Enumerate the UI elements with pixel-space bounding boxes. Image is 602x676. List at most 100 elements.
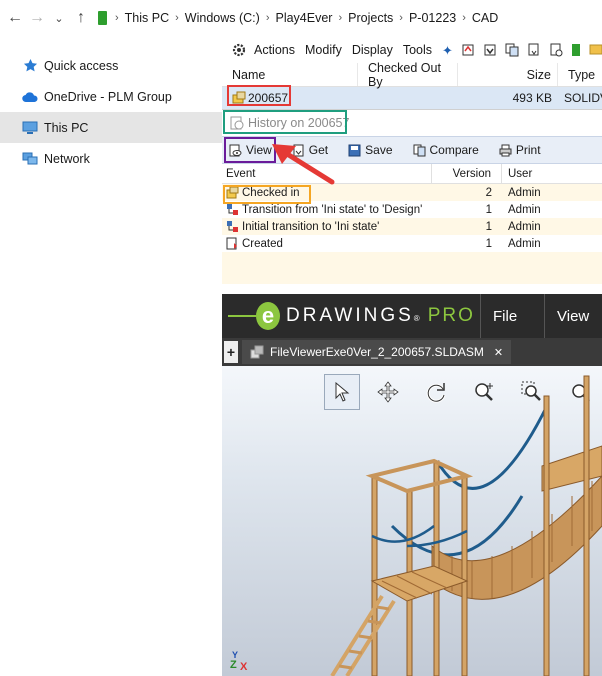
breadcrumb: › This PC › Windows (C:) › Play4Ever › P… (98, 11, 502, 25)
edrawings-menu-file[interactable]: File (480, 294, 544, 338)
chevron-right-icon[interactable]: › (336, 12, 344, 24)
nav-item-label: OneDrive - PLM Group (44, 89, 172, 104)
logo-word: DRAWINGS (286, 305, 414, 326)
vault-menubar: Actions Modify Display Tools ✦ (222, 36, 602, 63)
history-title: History on 200657 (248, 116, 350, 130)
column-size[interactable]: Size (458, 63, 558, 86)
edrawings-header: e DRAWINGS ® PRO File View (222, 294, 602, 338)
column-checked-out-by[interactable]: Checked Out By (358, 61, 458, 89)
preview-icon[interactable] (549, 43, 563, 57)
edrawings-window: e DRAWINGS ® PRO File View + FileViewerE… (222, 294, 602, 676)
recent-locations-icon[interactable]: ⌄ (48, 7, 70, 29)
view-button[interactable]: View (226, 139, 275, 161)
event-version: 2 (485, 186, 492, 199)
menu-actions[interactable]: Actions (254, 43, 295, 57)
chevron-right-icon[interactable]: › (113, 12, 121, 24)
menu-display[interactable]: Display (352, 43, 393, 57)
up-icon[interactable]: ↑ (70, 7, 92, 29)
new-tab-button[interactable]: + (224, 341, 238, 363)
check-in-icon[interactable] (483, 43, 497, 57)
pin-icon[interactable]: ✦ (442, 43, 453, 58)
folder-icon[interactable] (589, 43, 602, 57)
assembly-icon (250, 345, 264, 359)
transition-icon (226, 220, 239, 233)
network-icon (22, 151, 38, 167)
playground-3d-model: Z X Y (230, 375, 602, 676)
event-user: Admin (508, 220, 541, 233)
event-user: Admin (508, 203, 541, 216)
computer-icon (22, 120, 38, 136)
chevron-right-icon[interactable]: › (397, 12, 405, 24)
chevron-right-icon[interactable]: › (460, 12, 468, 24)
column-version[interactable]: Version (432, 164, 502, 183)
get-latest-icon[interactable] (527, 43, 541, 57)
event-label: Initial transition to 'Ini state' (242, 220, 380, 233)
column-name[interactable]: Name (222, 63, 358, 86)
vault-folder-icon (98, 11, 107, 25)
print-button[interactable]: Print (496, 139, 544, 161)
save-button[interactable]: Save (345, 139, 395, 161)
close-tab-icon[interactable]: ✕ (494, 346, 503, 359)
compare-label: Compare (429, 143, 479, 157)
svg-text:Y: Y (232, 650, 238, 660)
nav-item-quick-access[interactable]: Quick access (0, 50, 222, 81)
document-tab-label: FileViewerExe0Ver_2_200657.SLDASM (270, 345, 484, 359)
view-label: View (246, 143, 272, 157)
file-size: 493 KB (512, 91, 552, 105)
breadcrumb-item[interactable]: This PC (121, 11, 173, 25)
nav-item-onedrive[interactable]: OneDrive - PLM Group (0, 81, 222, 112)
event-user: Admin (508, 186, 541, 199)
view-icon (229, 144, 242, 157)
gear-icon[interactable] (232, 43, 246, 57)
breadcrumb-item[interactable]: P-01223 (405, 11, 460, 25)
compare-icon (413, 144, 426, 157)
menu-tools[interactable]: Tools (403, 43, 432, 57)
edrawings-menu-view[interactable]: View (544, 294, 602, 338)
event-version: 1 (485, 220, 492, 233)
transition-icon (226, 203, 239, 216)
event-user: Admin (508, 237, 541, 250)
history-row[interactable]: Initial transition to 'Ini state' 1 Admi… (222, 218, 602, 235)
history-empty-area (222, 252, 602, 284)
file-row[interactable]: 200657 493 KB SOLIDV (222, 87, 602, 109)
chevron-right-icon[interactable]: › (264, 12, 272, 24)
save-icon (348, 144, 361, 157)
column-user[interactable]: User (502, 168, 582, 180)
check-out-icon[interactable] (461, 43, 475, 57)
breadcrumb-item[interactable]: Play4Ever (271, 11, 336, 25)
document-tab[interactable]: FileViewerExe0Ver_2_200657.SLDASM ✕ (242, 340, 512, 364)
history-row[interactable]: Created 1 Admin (222, 235, 602, 252)
assembly-file-icon (232, 91, 246, 105)
breadcrumb-item[interactable]: Windows (C:) (181, 11, 264, 25)
cloud-icon (22, 89, 38, 105)
printer-icon (499, 144, 512, 157)
edrawings-logo: e DRAWINGS ® PRO (228, 302, 475, 330)
3d-viewport[interactable]: Z X Y (222, 366, 602, 676)
nav-item-network[interactable]: Network (0, 143, 222, 174)
nav-item-this-pc[interactable]: This PC (0, 112, 222, 143)
breadcrumb-item[interactable]: Projects (344, 11, 397, 25)
column-headers: Name Checked Out By Size Type (222, 61, 602, 89)
vault-icon[interactable] (571, 43, 581, 57)
history-row[interactable]: Transition from 'Ini state' to 'Design' … (222, 201, 602, 218)
nav-item-label: Network (44, 151, 90, 166)
created-icon (226, 237, 239, 250)
logo-line (228, 315, 256, 317)
print-label: Print (515, 143, 541, 157)
nav-item-label: This PC (44, 120, 89, 135)
navigation-pane: Quick access OneDrive - PLM Group This P… (0, 50, 222, 174)
logo-pro: PRO (427, 305, 475, 326)
menu-modify[interactable]: Modify (305, 43, 342, 57)
copy-icon[interactable] (505, 43, 519, 57)
save-label: Save (365, 143, 393, 157)
logo-registered: ® (413, 314, 420, 323)
forward-icon[interactable]: → (26, 7, 48, 29)
event-label: Created (242, 237, 283, 250)
back-icon[interactable]: ← (4, 7, 26, 29)
column-type[interactable]: Type (558, 63, 602, 86)
file-list-pane: Actions Modify Display Tools ✦ Name Chec… (222, 36, 602, 676)
address-bar: ← → ⌄ ↑ › This PC › Windows (C:) › Play4… (0, 0, 602, 36)
compare-button[interactable]: Compare (410, 139, 482, 161)
chevron-right-icon[interactable]: › (173, 12, 181, 24)
breadcrumb-item[interactable]: CAD (468, 11, 502, 25)
